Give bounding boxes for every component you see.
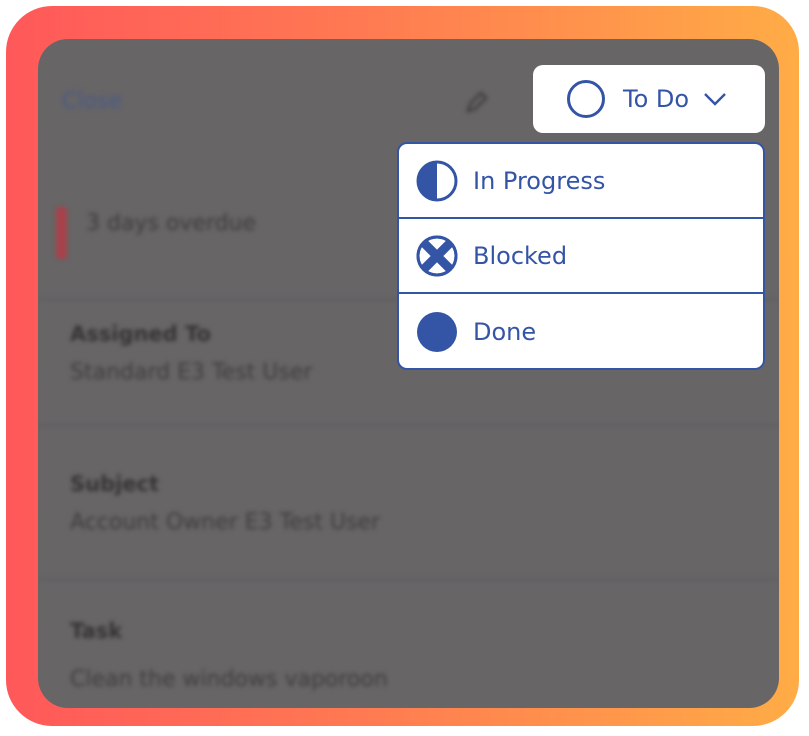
- half-circle-icon: [416, 160, 458, 201]
- chevron-down-icon: [704, 93, 726, 106]
- task-detail-backdrop: Close 3 days overdue Assigned To Standar…: [38, 39, 779, 708]
- empty-circle-icon: [567, 80, 605, 118]
- assigned-to-label: Assigned To: [70, 322, 211, 346]
- divider: [38, 579, 779, 580]
- assigned-to-value: Standard E3 Test User: [70, 360, 313, 385]
- status-dropdown-label: To Do: [623, 85, 690, 113]
- status-option-label: Done: [473, 317, 537, 346]
- status-dropdown-button[interactable]: To Do: [533, 65, 765, 133]
- close-link[interactable]: Close: [62, 89, 122, 114]
- status-option-label: In Progress: [473, 166, 606, 195]
- app-screen: Close 3 days overdue Assigned To Standar…: [38, 39, 779, 708]
- status-option-done[interactable]: Done: [399, 294, 763, 368]
- subject-label: Subject: [70, 472, 160, 496]
- status-option-blocked[interactable]: Blocked: [399, 219, 763, 294]
- divider: [38, 425, 779, 426]
- status-option-in-progress[interactable]: In Progress: [399, 144, 763, 219]
- x-circle-icon: [416, 235, 458, 276]
- task-label: Task: [70, 619, 123, 643]
- subject-value: Account Owner E3 Test User: [70, 510, 380, 535]
- edit-icon[interactable]: [464, 89, 490, 115]
- task-value: Clean the windows vaporoon: [70, 667, 388, 692]
- overdue-text: 3 days overdue: [86, 211, 257, 236]
- status-menu: In Progress Blocked Done: [397, 142, 765, 370]
- overdue-indicator: [56, 207, 67, 259]
- filled-circle-icon: [417, 311, 457, 352]
- status-option-label: Blocked: [473, 241, 568, 270]
